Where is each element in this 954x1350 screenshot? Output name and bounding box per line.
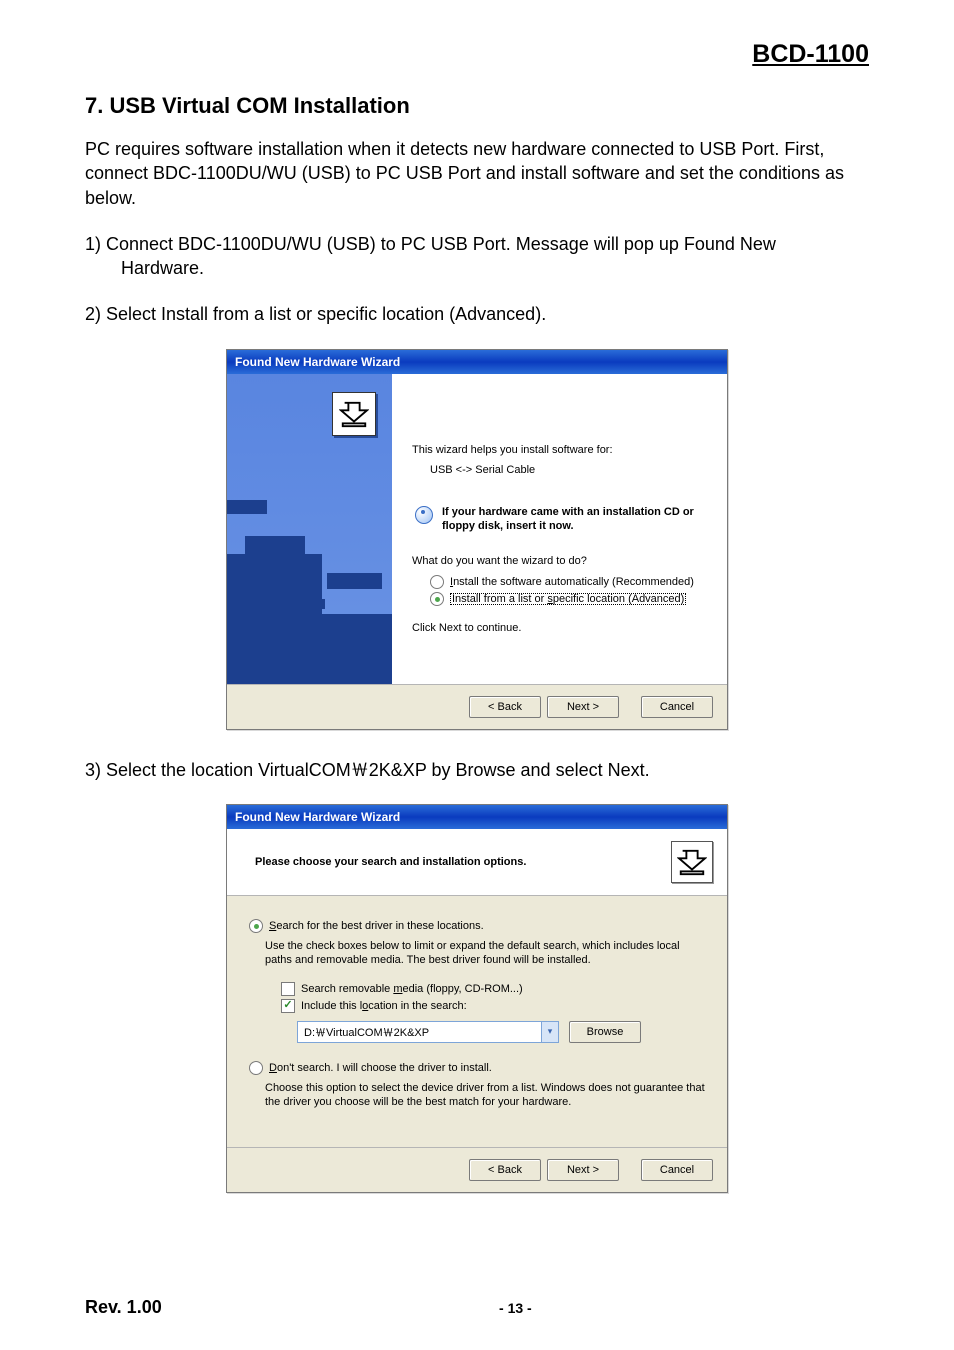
radio-search-row[interactable]: Search for the best driver in these loca… — [249, 919, 705, 933]
radio-list[interactable] — [430, 592, 444, 606]
cancel-button[interactable]: Cancel — [641, 696, 713, 718]
wizard-1-line1: This wizard helps you install software f… — [412, 444, 707, 456]
chk-media-row[interactable]: Search removable media (floppy, CD-ROM..… — [281, 982, 705, 996]
next-button[interactable]: Next > — [547, 696, 619, 718]
dont-help-text: Choose this option to select the device … — [249, 1081, 705, 1110]
wizard-1: Found New Hardware Wizard — [226, 349, 728, 730]
chk-location-row[interactable]: Include this location in the search: — [281, 999, 705, 1013]
wizard-1-sidebar — [227, 374, 392, 684]
radio-auto[interactable] — [430, 575, 444, 589]
wizard-2-icon-box — [671, 841, 713, 883]
radio-auto-label: Install the software automatically (Reco… — [450, 576, 694, 588]
back-button[interactable]: < Back — [469, 1159, 541, 1181]
radio-dont[interactable] — [249, 1061, 263, 1075]
wizard-2-buttonbar: < Back Next > Cancel — [227, 1147, 727, 1192]
wizard-2-header-text: Please choose your search and installati… — [241, 856, 526, 868]
step-1-line2: Hardware. — [85, 256, 869, 280]
install-arrow-icon — [677, 847, 707, 877]
product-header: BCD-1100 — [85, 40, 869, 69]
browse-button[interactable]: Browse — [569, 1021, 641, 1043]
wizard-2: Found New Hardware Wizard Please choose … — [226, 804, 728, 1193]
radio-list-row[interactable]: Install from a list or specific location… — [430, 592, 707, 606]
wizard-1-title: Found New Hardware Wizard — [235, 355, 400, 369]
wizard-1-continue: Click Next to continue. — [412, 622, 707, 634]
wizard-2-body: Search for the best driver in these loca… — [227, 896, 727, 1147]
step-1-line1: 1) Connect BDC-1100DU/WU (USB) to PC USB… — [85, 234, 776, 254]
radio-list-label: Install from a list or specific location… — [450, 593, 686, 605]
path-value: D:￦VirtualCOM￦2K&XP — [298, 1022, 541, 1042]
wizard-1-content: This wizard helps you install software f… — [392, 374, 727, 684]
page-number: - 13 - — [499, 1300, 532, 1316]
chk-location-label: Include this location in the search: — [301, 1000, 467, 1012]
wizard-1-prompt: What do you want the wizard to do? — [412, 555, 707, 567]
section-title: 7. USB Virtual COM Installation — [85, 93, 869, 119]
step-3: 3) Select the location VirtualCOM￦2K&XP … — [85, 758, 869, 782]
next-button[interactable]: Next > — [547, 1159, 619, 1181]
wizard-1-device: USB <-> Serial Cable — [412, 464, 707, 476]
revision-label: Rev. 1.00 — [85, 1297, 162, 1318]
chevron-down-icon[interactable]: ▾ — [541, 1022, 558, 1042]
chk-media[interactable] — [281, 982, 295, 996]
info-icon — [412, 506, 434, 528]
wizard-1-buttonbar: < Back Next > Cancel — [227, 684, 727, 729]
wizard-1-titlebar: Found New Hardware Wizard — [227, 350, 727, 374]
back-button[interactable]: < Back — [469, 696, 541, 718]
wizard-1-info: If your hardware came with an installati… — [442, 506, 707, 534]
radio-search-label: Search for the best driver in these loca… — [269, 920, 484, 932]
chk-media-label: Search removable media (floppy, CD-ROM..… — [301, 983, 523, 995]
wizard-sidebar-art — [227, 454, 392, 684]
radio-dont-label: Don't search. I will choose the driver t… — [269, 1062, 492, 1074]
radio-auto-row[interactable]: Install the software automatically (Reco… — [430, 575, 707, 589]
step-2: 2) Select Install from a list or specifi… — [85, 302, 869, 326]
radio-search[interactable] — [249, 919, 263, 933]
chk-location[interactable] — [281, 999, 295, 1013]
wizard-2-titlebar: Found New Hardware Wizard — [227, 805, 727, 829]
path-combobox[interactable]: D:￦VirtualCOM￦2K&XP ▾ — [297, 1021, 559, 1043]
step-1: 1) Connect BDC-1100DU/WU (USB) to PC USB… — [85, 232, 869, 281]
cancel-button[interactable]: Cancel — [641, 1159, 713, 1181]
wizard-2-title: Found New Hardware Wizard — [235, 810, 400, 824]
wizard-2-header: Please choose your search and installati… — [227, 829, 727, 896]
intro-paragraph: PC requires software installation when i… — [85, 137, 869, 210]
radio-dont-row[interactable]: Don't search. I will choose the driver t… — [249, 1061, 705, 1075]
wizard-icon-box — [332, 392, 376, 436]
install-arrow-icon — [339, 399, 369, 429]
search-help-text: Use the check boxes below to limit or ex… — [249, 939, 705, 968]
